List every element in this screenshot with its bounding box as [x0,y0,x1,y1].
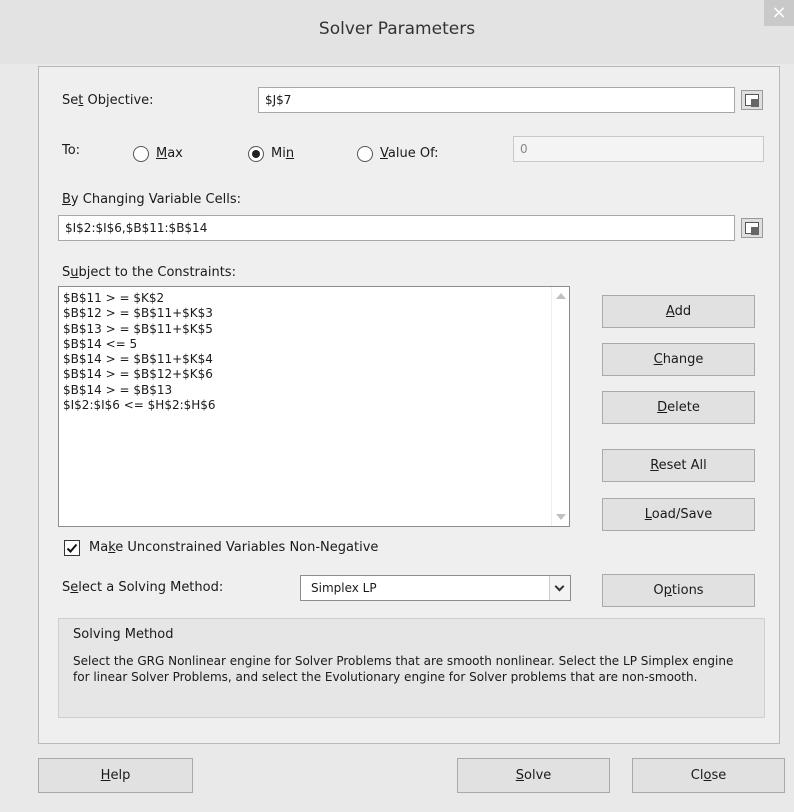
change-button[interactable]: Change [602,343,755,376]
min-radio-label: Min [271,146,295,161]
collapse-dialog-icon[interactable] [741,218,763,238]
constraints-scrollbar[interactable] [551,287,569,526]
non-negative-checkbox[interactable] [64,540,80,556]
set-objective-label: Set Objective: [62,93,154,108]
changing-cells-input[interactable]: $I$2:$I$6,$B$11:$B$14 [58,215,735,241]
help-button[interactable]: Help [38,758,193,793]
scroll-down-icon[interactable] [556,514,566,520]
window-title: Solver Parameters [318,19,476,39]
solving-method-title: Solving Method [73,627,174,642]
value-of-radio[interactable] [357,146,373,162]
title-bar: Solver Parameters × [0,0,794,64]
collapse-dialog-icon[interactable] [741,90,763,110]
options-button[interactable]: Options [602,574,755,607]
solving-method-description: Select the GRG Nonlinear engine for Solv… [73,654,734,684]
solving-method-select[interactable]: Simplex LP [300,575,571,601]
max-radio-label: Max [156,146,183,161]
solving-method-group: Solving Method Select the GRG Nonlinear … [58,618,765,718]
constraint-item[interactable]: $B$14 > = $B$11+$K$4 [63,352,216,367]
reset-all-button[interactable]: Reset All [602,449,755,482]
constraints-list[interactable]: $B$11 > = $K$2 $B$12 > = $B$11+$K$3 $B$1… [58,286,570,527]
close-button[interactable]: Close [632,758,785,793]
close-window-button[interactable]: × [764,0,794,26]
constraint-item[interactable]: $B$11 > = $K$2 [63,291,216,306]
add-button[interactable]: Add [602,295,755,328]
min-radio[interactable] [248,146,264,162]
constraint-item[interactable]: $B$14 > = $B$13 [63,383,216,398]
constraint-item[interactable]: $B$13 > = $B$11+$K$5 [63,322,216,337]
checkmark-icon [66,543,78,553]
max-radio[interactable] [133,146,149,162]
solving-method-value: Simplex LP [311,581,377,595]
load-save-button[interactable]: Load/Save [602,498,755,531]
changing-cells-label: By Changing Variable Cells: [62,192,241,207]
non-negative-label: Make Unconstrained Variables Non-Negativ… [89,540,379,555]
constraints-label: Subject to the Constraints: [62,265,236,280]
value-of-input[interactable]: 0 [513,136,764,162]
delete-button[interactable]: Delete [602,391,755,424]
solving-method-label: Select a Solving Method: [62,580,224,595]
scroll-up-icon[interactable] [556,293,566,299]
chevron-down-icon[interactable] [549,576,570,600]
constraint-item[interactable]: $B$14 <= 5 [63,337,216,352]
constraint-item[interactable]: $B$12 > = $B$11+$K$3 [63,306,216,321]
set-objective-input[interactable]: $J$7 [258,87,735,113]
to-label: To: [62,143,81,158]
solve-button[interactable]: Solve [457,758,610,793]
value-of-radio-label: Value Of: [380,146,439,161]
constraint-item[interactable]: $B$14 > = $B$12+$K$6 [63,367,216,382]
constraint-item[interactable]: $I$2:$I$6 <= $H$2:$H$6 [63,398,216,413]
